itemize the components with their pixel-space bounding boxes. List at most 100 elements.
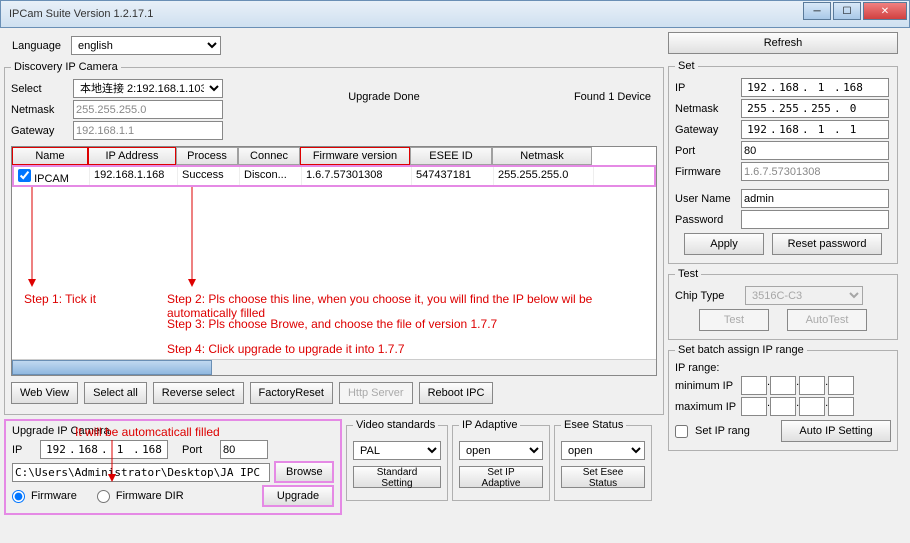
set-firmware-label: Firmware: [675, 166, 737, 178]
test-group: Test Chip Type3516C-C3 Test AutoTest: [668, 268, 898, 340]
gateway-label: Gateway: [11, 125, 69, 137]
set-netmask-input[interactable]: 255.255.255.0: [741, 99, 889, 118]
window-title: IPCam Suite Version 1.2.17.1: [9, 8, 153, 20]
col-netmask[interactable]: Netmask: [492, 147, 592, 165]
refresh-button[interactable]: Refresh: [668, 32, 898, 54]
min-ip-input[interactable]: ...: [741, 376, 854, 395]
set-gateway-input[interactable]: 192.168.1.1: [741, 120, 889, 139]
upgrade-ip-input[interactable]: 192.168.1.168: [40, 440, 168, 459]
annot-step2: Step 2: Pls choose this line, when you c…: [167, 292, 657, 320]
set-legend: Set: [675, 60, 698, 72]
upgrade-ip-label: IP: [12, 444, 36, 456]
set-ip-input[interactable]: 192.168.1.168: [741, 78, 889, 97]
close-button[interactable]: ✕: [863, 2, 907, 20]
ip-adaptive-select[interactable]: open: [459, 441, 543, 460]
upgrade-legend: Upgrade IP Camera: [12, 425, 334, 437]
autotest-button[interactable]: AutoTest: [787, 309, 867, 331]
col-connec[interactable]: Connec: [238, 147, 300, 165]
discovery-legend: Discovery IP Camera: [11, 61, 121, 73]
min-ip-label: minimum IP: [675, 380, 737, 392]
set-ip-range-checkbox[interactable]: [675, 425, 688, 438]
netmask-label: Netmask: [11, 104, 69, 116]
set-port-label: Port: [675, 145, 737, 157]
col-esee[interactable]: ESEE ID: [410, 147, 492, 165]
ip-range-group: Set batch assign IP range IP range: mini…: [668, 344, 898, 451]
found-count: Found 1 Device: [537, 77, 657, 142]
set-ip-range-label: Set IP rang: [695, 425, 750, 437]
set-username-label: User Name: [675, 193, 737, 205]
table-header: Name IP Address Process Connec Firmware …: [12, 147, 656, 165]
maximize-button[interactable]: ☐: [833, 2, 861, 20]
set-ip-label: IP: [675, 82, 737, 94]
reboot-ipc-button[interactable]: Reboot IPC: [419, 382, 494, 404]
language-select[interactable]: english: [71, 36, 221, 55]
auto-ip-setting-button[interactable]: Auto IP Setting: [781, 420, 891, 442]
discovery-group: Discovery IP Camera Select 本地连接 2:192.168…: [4, 61, 664, 415]
table-scrollbar[interactable]: [12, 359, 656, 375]
titlebar: IPCam Suite Version 1.2.17.1 ─ ☐ ✕: [0, 0, 910, 28]
device-table: Name IP Address Process Connec Firmware …: [11, 146, 657, 376]
set-gateway-label: Gateway: [675, 124, 737, 136]
video-select[interactable]: PAL: [353, 441, 441, 460]
set-netmask-label: Netmask: [675, 103, 737, 115]
nic-select[interactable]: 本地连接 2:192.168.1.103: [73, 79, 223, 98]
annot-step4: Step 4: Click upgrade to upgrade it into…: [167, 342, 405, 356]
row-name: IPCAM: [34, 173, 69, 185]
video-legend: Video standards: [353, 419, 438, 431]
col-ip[interactable]: IP Address: [88, 147, 176, 165]
apply-button[interactable]: Apply: [684, 233, 764, 255]
reset-password-button[interactable]: Reset password: [772, 233, 882, 255]
row-ip: 192.168.1.168: [90, 167, 178, 185]
firmware-dir-radio[interactable]: [97, 490, 110, 503]
language-label: Language: [12, 40, 61, 52]
table-row[interactable]: IPCAM 192.168.1.168 Success Discon... 1.…: [12, 165, 656, 187]
upgrade-port-label: Port: [182, 444, 216, 456]
video-group: Video standards PAL Standard Setting: [346, 419, 448, 501]
row-netmask: 255.255.255.0: [494, 167, 594, 185]
chip-type-label: Chip Type: [675, 290, 737, 302]
upgrade-path-input[interactable]: [12, 463, 270, 482]
annot-step3: Step 3: Pls choose Browe, and choose the…: [167, 317, 497, 331]
set-port-input[interactable]: [741, 141, 889, 160]
row-firmware: 1.6.7.57301308: [302, 167, 412, 185]
set-esee-button[interactable]: Set Esee Status: [561, 466, 645, 488]
esee-select[interactable]: open: [561, 441, 645, 460]
upgrade-group: Upgrade IP Camera IP 192.168.1.168 Port …: [4, 419, 342, 515]
set-password-label: Password: [675, 214, 737, 226]
gateway-field: [73, 121, 223, 140]
row-checkbox[interactable]: [18, 169, 31, 182]
upgrade-port-input[interactable]: [220, 440, 268, 459]
set-group: Set IP 192.168.1.168 Netmask 255.255.255…: [668, 60, 898, 264]
web-view-button[interactable]: Web View: [11, 382, 78, 404]
netmask-field: [73, 100, 223, 119]
select-label: Select: [11, 83, 69, 95]
ip-adaptive-group: IP Adaptive open Set IP Adaptive: [452, 419, 550, 501]
col-firmware[interactable]: Firmware version: [300, 147, 410, 165]
firmware-radio[interactable]: [12, 490, 25, 503]
test-button[interactable]: Test: [699, 309, 769, 331]
upgrade-button[interactable]: Upgrade: [262, 485, 334, 507]
iprange-label: IP range:: [675, 362, 719, 374]
set-ip-adaptive-button[interactable]: Set IP Adaptive: [459, 466, 543, 488]
max-ip-input[interactable]: ...: [741, 397, 854, 416]
esee-group: Esee Status open Set Esee Status: [554, 419, 652, 501]
upgrade-status: Upgrade Done: [231, 77, 537, 142]
factory-reset-button[interactable]: FactoryReset: [250, 382, 333, 404]
max-ip-label: maximum IP: [675, 401, 737, 413]
col-process[interactable]: Process: [176, 147, 238, 165]
browse-button[interactable]: Browse: [274, 461, 334, 483]
set-password-input[interactable]: [741, 210, 889, 229]
http-server-button[interactable]: Http Server: [339, 382, 413, 404]
range-legend: Set batch assign IP range: [675, 344, 807, 356]
select-all-button[interactable]: Select all: [84, 382, 147, 404]
minimize-button[interactable]: ─: [803, 2, 831, 20]
test-legend: Test: [675, 268, 701, 280]
row-connec: Discon...: [240, 167, 302, 185]
reverse-select-button[interactable]: Reverse select: [153, 382, 244, 404]
firmware-dir-radio-label: Firmware DIR: [116, 490, 184, 502]
esee-legend: Esee Status: [561, 419, 626, 431]
col-name[interactable]: Name: [12, 147, 88, 165]
annot-step1: Step 1: Tick it: [24, 292, 96, 306]
standard-setting-button[interactable]: Standard Setting: [353, 466, 441, 488]
set-username-input[interactable]: [741, 189, 889, 208]
